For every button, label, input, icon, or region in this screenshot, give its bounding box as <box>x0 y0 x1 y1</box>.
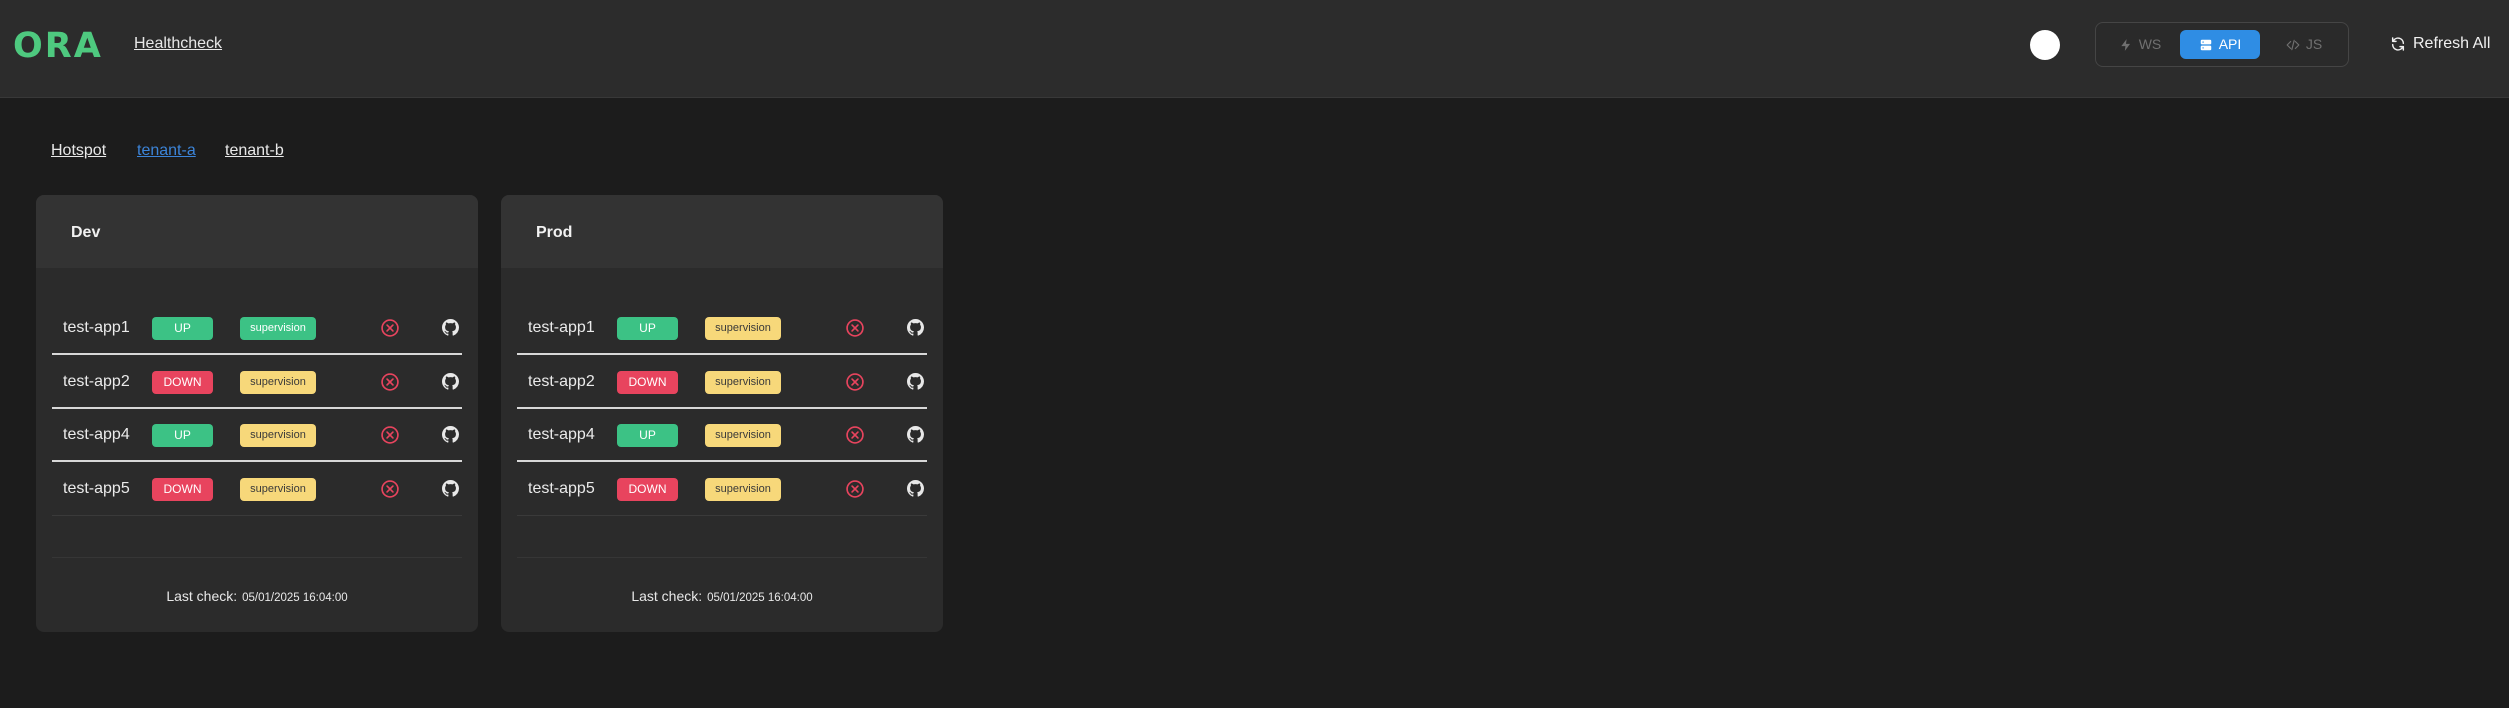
status-badge: DOWN <box>152 371 213 394</box>
app-row: test-app5 DOWN supervision <box>517 463 927 516</box>
mode-js-button[interactable]: JS <box>2268 30 2340 59</box>
tab-tenant-b[interactable]: tenant-b <box>225 141 284 161</box>
app-name: test-app5 <box>528 480 595 497</box>
app-name: test-app4 <box>63 426 130 443</box>
last-check-timestamp: 05/01/2025 16:04:00 <box>707 592 813 604</box>
github-icon[interactable] <box>442 426 459 443</box>
github-icon[interactable] <box>442 373 459 390</box>
refresh-icon <box>2391 37 2405 51</box>
theme-toggle-button[interactable] <box>2030 30 2060 60</box>
last-check-timestamp: 05/01/2025 16:04:00 <box>242 592 348 604</box>
github-icon[interactable] <box>442 319 459 336</box>
supervision-tag: supervision <box>240 478 316 501</box>
app-name: test-app4 <box>528 426 595 443</box>
last-check-label: Last check: <box>166 588 238 604</box>
supervision-tag: supervision <box>705 478 781 501</box>
app-name: test-app2 <box>63 373 130 390</box>
bolt-icon <box>2121 38 2130 51</box>
supervision-tag: supervision <box>240 424 316 447</box>
code-icon <box>2286 39 2300 50</box>
app-row: test-app2 DOWN supervision <box>52 356 462 409</box>
mode-api-label: API <box>2218 36 2242 52</box>
x-circle-icon[interactable] <box>380 318 400 338</box>
status-badge: UP <box>617 424 678 447</box>
x-circle-icon[interactable] <box>845 372 865 392</box>
logo[interactable]: ORA <box>13 26 103 66</box>
app-row: test-app4 UP supervision <box>517 409 927 462</box>
github-icon[interactable] <box>442 480 459 497</box>
refresh-all-button[interactable]: Refresh All <box>2390 32 2490 56</box>
app-name: test-app1 <box>528 319 595 336</box>
x-circle-icon[interactable] <box>845 425 865 445</box>
supervision-tag: supervision <box>240 317 316 340</box>
tab-tenant-a[interactable]: tenant-a <box>137 141 196 161</box>
supervision-tag: supervision <box>240 371 316 394</box>
x-circle-icon[interactable] <box>845 318 865 338</box>
x-circle-icon[interactable] <box>845 479 865 499</box>
card-divider <box>517 557 927 558</box>
nav-link-healthcheck[interactable]: Healthcheck <box>134 34 222 54</box>
tab-hotspot[interactable]: Hotspot <box>51 141 106 161</box>
x-circle-icon[interactable] <box>380 372 400 392</box>
github-icon[interactable] <box>907 373 924 390</box>
app-row: test-app2 DOWN supervision <box>517 356 927 409</box>
server-icon <box>2200 39 2211 50</box>
github-icon[interactable] <box>907 426 924 443</box>
x-circle-icon[interactable] <box>380 479 400 499</box>
card-header: Dev <box>36 195 478 268</box>
environment-card-prod: Prod test-app1 UP supervision test-app2 … <box>501 195 943 632</box>
card-title: Dev <box>71 224 101 241</box>
card-title: Prod <box>536 224 573 241</box>
app-row: test-app4 UP supervision <box>52 409 462 462</box>
environment-card-dev: Dev test-app1 UP supervision test-app2 D… <box>36 195 478 632</box>
card-divider <box>52 557 462 558</box>
mode-ws-button[interactable]: WS <box>2106 30 2174 59</box>
github-icon[interactable] <box>907 319 924 336</box>
supervision-tag: supervision <box>705 371 781 394</box>
mode-ws-label: WS <box>2138 36 2162 52</box>
mode-api-button[interactable]: API <box>2180 30 2260 59</box>
supervision-tag: supervision <box>705 317 781 340</box>
status-badge: UP <box>152 317 213 340</box>
last-check-label: Last check: <box>631 588 703 604</box>
supervision-tag: supervision <box>705 424 781 447</box>
card-header: Prod <box>501 195 943 268</box>
status-badge: DOWN <box>617 478 678 501</box>
last-check: Last check: 05/01/2025 16:04:00 <box>501 587 943 607</box>
mode-toggle-group: WS API JS <box>2095 22 2349 67</box>
top-header: ORA Healthcheck WS API JS Refresh All <box>0 0 2509 98</box>
app-row: test-app1 UP supervision <box>52 302 462 355</box>
x-circle-icon[interactable] <box>380 425 400 445</box>
status-badge: DOWN <box>152 478 213 501</box>
status-badge: DOWN <box>617 371 678 394</box>
app-name: test-app5 <box>63 480 130 497</box>
app-row: test-app1 UP supervision <box>517 302 927 355</box>
github-icon[interactable] <box>907 480 924 497</box>
refresh-all-label: Refresh All <box>2413 35 2491 52</box>
app-name: test-app2 <box>528 373 595 390</box>
app-name: test-app1 <box>63 319 130 336</box>
mode-js-label: JS <box>2305 36 2323 52</box>
last-check: Last check: 05/01/2025 16:04:00 <box>36 587 478 607</box>
status-badge: UP <box>617 317 678 340</box>
status-badge: UP <box>152 424 213 447</box>
app-row: test-app5 DOWN supervision <box>52 463 462 516</box>
